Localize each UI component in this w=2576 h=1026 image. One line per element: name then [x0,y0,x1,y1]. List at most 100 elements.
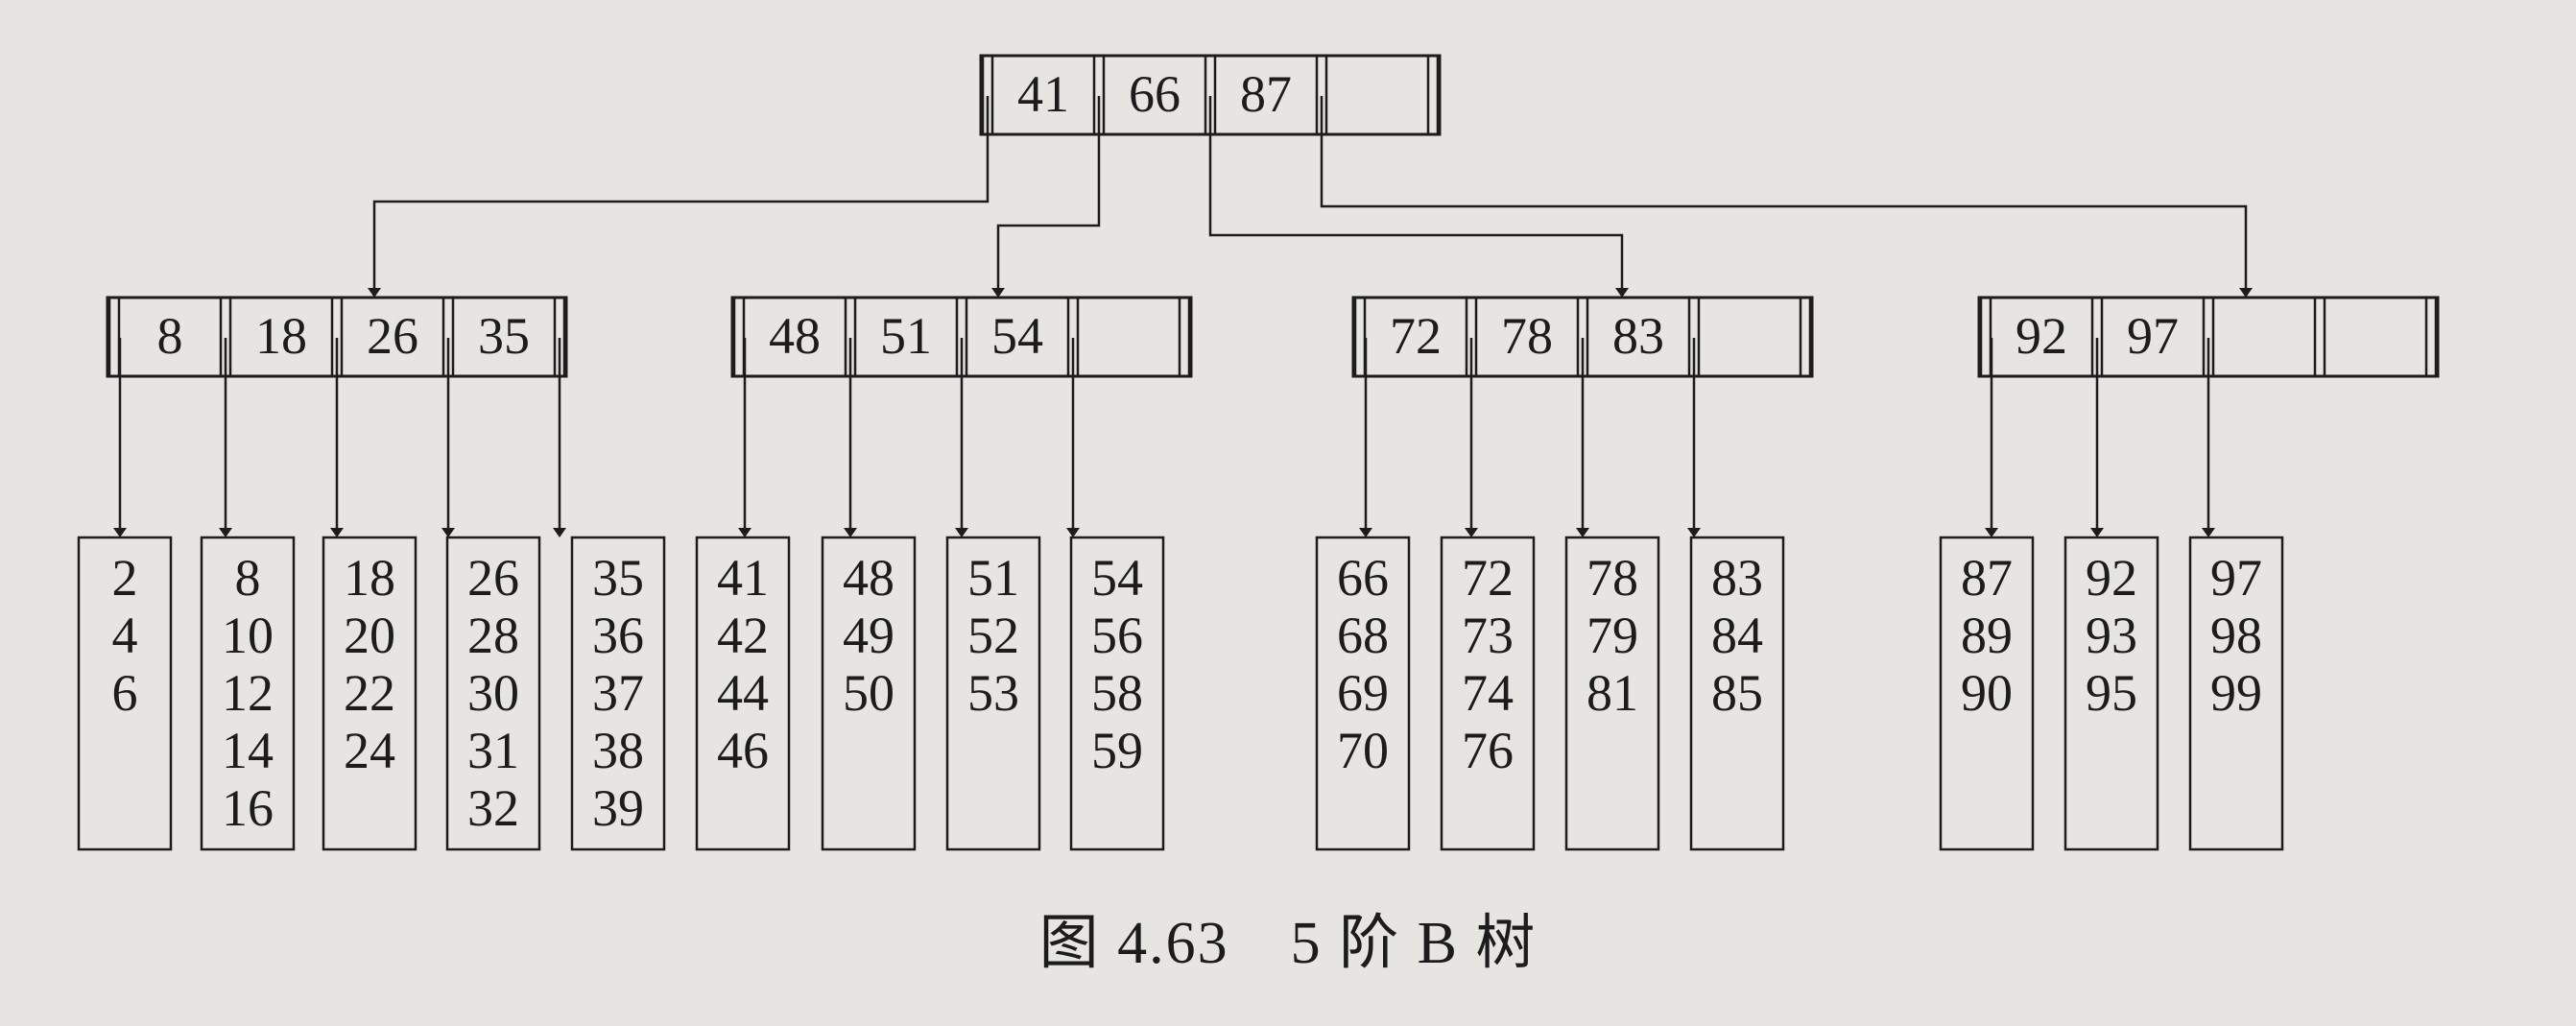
leaf-key: 69 [1337,664,1389,722]
leaf-key: 12 [222,664,274,722]
leaf-key: 99 [2210,664,2262,722]
leaf-node: 979899 [2188,536,2284,851]
leaf-key: 39 [592,779,644,837]
leaf-key: 95 [2086,664,2137,722]
leaf-key: 20 [344,607,395,664]
leaf-key: 28 [467,607,519,664]
leaf-key: 89 [1961,607,2013,664]
leaf-key: 74 [1462,664,1514,722]
node-key: 83 [1612,307,1664,365]
node-key: 87 [1240,65,1292,123]
node-key: 26 [367,307,418,365]
leaf-key: 83 [1711,549,1763,607]
leaf-key: 38 [592,722,644,779]
node-key: 18 [255,307,307,365]
leaf-key: 41 [717,549,769,607]
leaf-node: 838485 [1689,536,1785,851]
node-key: 92 [2015,307,2067,365]
leaf-key: 66 [1337,549,1389,607]
leaf-key: 81 [1586,664,1638,722]
leaf-key: 68 [1337,607,1389,664]
leaf-key: 56 [1091,607,1143,664]
node-key: 72 [1390,307,1442,365]
leaf-key: 79 [1586,607,1638,664]
node-key: 78 [1501,307,1553,365]
leaf-key: 8 [235,549,261,607]
figure-caption: 图 4.63 5 阶 B 树 [1038,911,1538,976]
leaf-key: 31 [467,722,519,779]
node-key: 66 [1129,65,1181,123]
leaf-key: 70 [1337,722,1389,779]
leaf-key: 48 [843,549,894,607]
leaf-node: 515253 [945,536,1041,851]
leaf-node: 66686970 [1315,536,1411,851]
leaf-node: 787981 [1564,536,1660,851]
leaf-key: 59 [1091,722,1143,779]
leaf-key: 98 [2210,607,2262,664]
leaf-key: 72 [1462,549,1514,607]
tree-edges [113,96,2253,537]
b-tree-svg: 41 66 878 18 26 35 48 51 54 72 78 83 92 97 2468101214… [77,54,2440,851]
leaf-key: 52 [967,607,1019,664]
leaf-node: 41424446 [695,536,791,851]
leaf-key: 49 [843,607,894,664]
leaf-key: 54 [1091,549,1143,607]
tree-nodes: 41 66 87 8 18 26 35 48 51 54 72 78 83 92 97 [106,54,2440,378]
leaf-node: 3536373839 [570,536,666,851]
leaf-key: 84 [1711,607,1763,664]
leaf-key: 85 [1711,664,1763,722]
leaf-key: 24 [344,722,395,779]
b-tree-diagram: 41 66 87 8 18 26 35 48 51 54 72 78 83 92 97 2 4 6 8 10 12 14… [0,0,2576,1021]
node-key: 41 [1017,65,1069,123]
leaf-key: 35 [592,549,644,607]
leaf-node: 18202224 [322,536,417,851]
leaf-node: 2628303132 [445,536,541,851]
leaf-key: 92 [2086,549,2137,607]
leaf-key: 90 [1961,664,2013,722]
node-key: 48 [769,307,821,365]
leaf-node: 54565859 [1069,536,1165,851]
leaf-key: 42 [717,607,769,664]
root-pointer-edge [1320,96,2253,298]
leaf-node: 246 [77,536,173,851]
leaf-key: 36 [592,607,644,664]
leaf-key: 37 [592,664,644,722]
leaf-key: 93 [2086,607,2137,664]
leaf-key: 26 [467,549,519,607]
node-key: 8 [157,307,183,365]
leaf-key: 97 [2210,549,2262,607]
leaf-key: 30 [467,664,519,722]
leaf-key: 53 [967,664,1019,722]
leaf-key: 14 [222,722,274,779]
tree-leaves: 2468101214161820222426283031323536373839… [77,536,2284,851]
leaf-key: 10 [222,607,274,664]
leaf-key: 18 [344,549,395,607]
leaf-key: 2 [112,549,138,607]
leaf-key: 16 [222,779,274,837]
leaf-key: 32 [467,779,519,837]
leaf-node: 484950 [821,536,917,851]
root-pointer-edge [991,96,1101,298]
leaf-node: 810121416 [200,536,296,851]
node-key: 97 [2127,307,2179,365]
leaf-key: 44 [717,664,769,722]
leaf-key: 78 [1586,549,1638,607]
node-key: 35 [478,307,530,365]
leaf-key: 6 [112,664,138,722]
root-pointer-edge [1208,96,1629,298]
leaf-key: 22 [344,664,395,722]
leaf-key: 58 [1091,664,1143,722]
leaf-key: 76 [1462,722,1514,779]
leaf-key: 50 [843,664,894,722]
leaf-node: 878990 [1939,536,2035,851]
leaf-node: 929395 [2063,536,2159,851]
leaf-key: 87 [1961,549,2013,607]
root-pointer-edge [368,96,990,298]
leaf-key: 51 [967,549,1019,607]
leaf-key: 4 [112,607,138,664]
leaf-key: 73 [1462,607,1514,664]
node-key: 51 [880,307,932,365]
leaf-node: 72737476 [1440,536,1536,851]
node-key: 54 [991,307,1043,365]
leaf-key: 46 [717,722,769,779]
